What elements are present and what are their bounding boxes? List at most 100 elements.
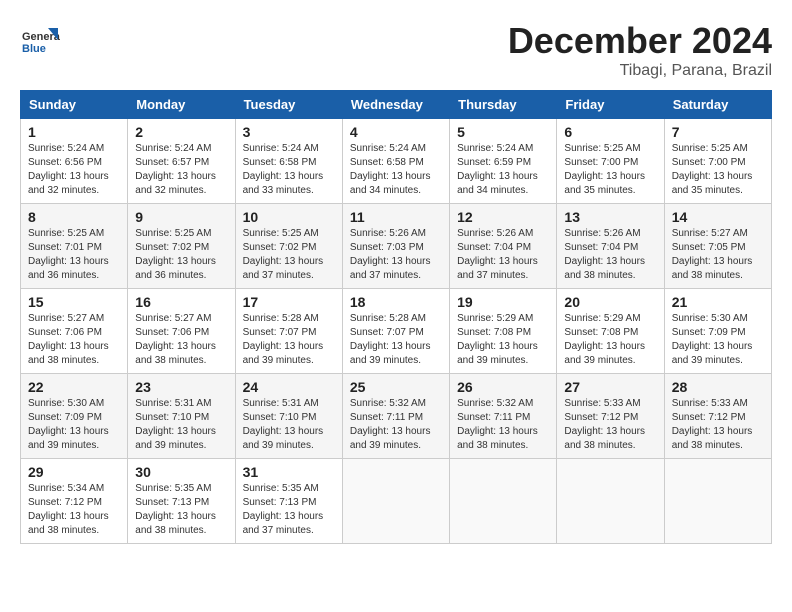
calendar-cell: 26Sunrise: 5:32 AM Sunset: 7:11 PM Dayli… bbox=[450, 374, 557, 459]
weekday-header-wednesday: Wednesday bbox=[342, 91, 449, 119]
calendar-week-5: 29Sunrise: 5:34 AM Sunset: 7:12 PM Dayli… bbox=[21, 459, 772, 544]
calendar-cell: 5 Sunrise: 5:24 AM Sunset: 6:59 PM Daylig… bbox=[450, 119, 557, 204]
logo: General Blue bbox=[20, 20, 64, 60]
day-info: Sunrise: 5:27 AM Sunset: 7:05 PM Dayligh… bbox=[672, 227, 764, 283]
day-info: Sunrise: 5:24 AM Sunset: 6:56 PM Dayligh… bbox=[28, 142, 120, 198]
weekday-header-sunday: Sunday bbox=[21, 91, 128, 119]
day-info: Sunrise: 5:32 AM Sunset: 7:11 PM Dayligh… bbox=[350, 397, 442, 453]
day-info: Sunrise: 5:25 AM Sunset: 7:00 PM Dayligh… bbox=[564, 142, 656, 198]
day-number: 9 bbox=[135, 209, 227, 225]
day-info: Sunrise: 5:30 AM Sunset: 7:09 PM Dayligh… bbox=[28, 397, 120, 453]
day-number: 2 bbox=[135, 124, 227, 140]
day-info: Sunrise: 5:34 AM Sunset: 7:12 PM Dayligh… bbox=[28, 482, 120, 538]
calendar-week-2: 8 Sunrise: 5:25 AM Sunset: 7:01 PM Daylig… bbox=[21, 204, 772, 289]
calendar-cell: 31 Sunrise: 5:35 AM Sunset: 7:13 PM Dayli… bbox=[235, 459, 342, 544]
day-number: 19 bbox=[457, 294, 549, 310]
day-info: Sunrise: 5:27 AM Sunset: 7:06 PM Dayligh… bbox=[135, 312, 227, 368]
day-info: Sunrise: 5:31 AM Sunset: 7:10 PM Dayligh… bbox=[243, 397, 335, 453]
day-number: 5 bbox=[457, 124, 549, 140]
title-area: December 2024 Tibagi, Parana, Brazil bbox=[508, 20, 772, 80]
calendar-cell: 8 Sunrise: 5:25 AM Sunset: 7:01 PM Daylig… bbox=[21, 204, 128, 289]
calendar-cell: 3 Sunrise: 5:24 AM Sunset: 6:58 PM Daylig… bbox=[235, 119, 342, 204]
day-info: Sunrise: 5:28 AM Sunset: 7:07 PM Dayligh… bbox=[243, 312, 335, 368]
day-info: Sunrise: 5:35 AM Sunset: 7:13 PM Dayligh… bbox=[135, 482, 227, 538]
calendar-cell: 30Sunrise: 5:35 AM Sunset: 7:13 PM Dayli… bbox=[128, 459, 235, 544]
calendar-cell: 23 Sunrise: 5:31 AM Sunset: 7:10 PM Dayli… bbox=[128, 374, 235, 459]
day-number: 11 bbox=[350, 209, 442, 225]
calendar-cell: 22 Sunrise: 5:30 AM Sunset: 7:09 PM Dayli… bbox=[21, 374, 128, 459]
day-info: Sunrise: 5:33 AM Sunset: 7:12 PM Dayligh… bbox=[564, 397, 656, 453]
day-info: Sunrise: 5:26 AM Sunset: 7:03 PM Dayligh… bbox=[350, 227, 442, 283]
day-info: Sunrise: 5:25 AM Sunset: 7:01 PM Dayligh… bbox=[28, 227, 120, 283]
calendar-cell: 14 Sunrise: 5:27 AM Sunset: 7:05 PM Dayli… bbox=[664, 204, 771, 289]
calendar-week-3: 15 Sunrise: 5:27 AM Sunset: 7:06 PM Dayli… bbox=[21, 289, 772, 374]
day-info: Sunrise: 5:24 AM Sunset: 6:58 PM Dayligh… bbox=[243, 142, 335, 198]
weekday-header-tuesday: Tuesday bbox=[235, 91, 342, 119]
day-number: 17 bbox=[243, 294, 335, 310]
calendar-week-1: 1 Sunrise: 5:24 AM Sunset: 6:56 PM Daylig… bbox=[21, 119, 772, 204]
day-info: Sunrise: 5:24 AM Sunset: 6:58 PM Dayligh… bbox=[350, 142, 442, 198]
day-info: Sunrise: 5:28 AM Sunset: 7:07 PM Dayligh… bbox=[350, 312, 442, 368]
calendar-cell: 28 Sunrise: 5:33 AM Sunset: 7:12 PM Dayli… bbox=[664, 374, 771, 459]
day-number: 28 bbox=[672, 379, 764, 395]
day-number: 25 bbox=[350, 379, 442, 395]
calendar-cell: 1 Sunrise: 5:24 AM Sunset: 6:56 PM Daylig… bbox=[21, 119, 128, 204]
day-info: Sunrise: 5:26 AM Sunset: 7:04 PM Dayligh… bbox=[564, 227, 656, 283]
calendar-cell bbox=[450, 459, 557, 544]
day-info: Sunrise: 5:29 AM Sunset: 7:08 PM Dayligh… bbox=[564, 312, 656, 368]
day-info: Sunrise: 5:24 AM Sunset: 6:59 PM Dayligh… bbox=[457, 142, 549, 198]
calendar-cell: 25 Sunrise: 5:32 AM Sunset: 7:11 PM Dayli… bbox=[342, 374, 449, 459]
calendar-cell: 13 Sunrise: 5:26 AM Sunset: 7:04 PM Dayli… bbox=[557, 204, 664, 289]
weekday-header-friday: Friday bbox=[557, 91, 664, 119]
calendar-cell: 4Sunrise: 5:24 AM Sunset: 6:58 PM Daylig… bbox=[342, 119, 449, 204]
calendar-cell: 9 Sunrise: 5:25 AM Sunset: 7:02 PM Daylig… bbox=[128, 204, 235, 289]
calendar-cell: 27 Sunrise: 5:33 AM Sunset: 7:12 PM Dayli… bbox=[557, 374, 664, 459]
calendar-cell: 15 Sunrise: 5:27 AM Sunset: 7:06 PM Dayli… bbox=[21, 289, 128, 374]
day-info: Sunrise: 5:27 AM Sunset: 7:06 PM Dayligh… bbox=[28, 312, 120, 368]
day-number: 13 bbox=[564, 209, 656, 225]
day-number: 23 bbox=[135, 379, 227, 395]
day-number: 24 bbox=[243, 379, 335, 395]
day-number: 26 bbox=[457, 379, 549, 395]
svg-text:Blue: Blue bbox=[22, 43, 46, 55]
calendar-cell: 16 Sunrise: 5:27 AM Sunset: 7:06 PM Dayli… bbox=[128, 289, 235, 374]
day-number: 22 bbox=[28, 379, 120, 395]
calendar-cell: 12Sunrise: 5:26 AM Sunset: 7:04 PM Dayli… bbox=[450, 204, 557, 289]
day-info: Sunrise: 5:33 AM Sunset: 7:12 PM Dayligh… bbox=[672, 397, 764, 453]
day-number: 16 bbox=[135, 294, 227, 310]
calendar-cell bbox=[664, 459, 771, 544]
calendar-week-4: 22 Sunrise: 5:30 AM Sunset: 7:09 PM Dayli… bbox=[21, 374, 772, 459]
day-number: 27 bbox=[564, 379, 656, 395]
day-info: Sunrise: 5:29 AM Sunset: 7:08 PM Dayligh… bbox=[457, 312, 549, 368]
day-number: 15 bbox=[28, 294, 120, 310]
weekday-header-saturday: Saturday bbox=[664, 91, 771, 119]
calendar-cell: 7Sunrise: 5:25 AM Sunset: 7:00 PM Daylig… bbox=[664, 119, 771, 204]
day-info: Sunrise: 5:30 AM Sunset: 7:09 PM Dayligh… bbox=[672, 312, 764, 368]
day-number: 1 bbox=[28, 124, 120, 140]
header: General Blue December 2024 Tibagi, Paran… bbox=[20, 20, 772, 80]
day-info: Sunrise: 5:25 AM Sunset: 7:02 PM Dayligh… bbox=[135, 227, 227, 283]
calendar-table: SundayMondayTuesdayWednesdayThursdayFrid… bbox=[20, 90, 772, 544]
location: Tibagi, Parana, Brazil bbox=[508, 62, 772, 80]
day-number: 6 bbox=[564, 124, 656, 140]
calendar-cell: 20 Sunrise: 5:29 AM Sunset: 7:08 PM Dayli… bbox=[557, 289, 664, 374]
calendar-cell: 17 Sunrise: 5:28 AM Sunset: 7:07 PM Dayli… bbox=[235, 289, 342, 374]
calendar-cell: 18 Sunrise: 5:28 AM Sunset: 7:07 PM Dayli… bbox=[342, 289, 449, 374]
day-info: Sunrise: 5:24 AM Sunset: 6:57 PM Dayligh… bbox=[135, 142, 227, 198]
day-number: 18 bbox=[350, 294, 442, 310]
month-title: December 2024 bbox=[508, 20, 772, 62]
day-number: 7 bbox=[672, 124, 764, 140]
day-info: Sunrise: 5:35 AM Sunset: 7:13 PM Dayligh… bbox=[243, 482, 335, 538]
day-info: Sunrise: 5:26 AM Sunset: 7:04 PM Dayligh… bbox=[457, 227, 549, 283]
day-number: 20 bbox=[564, 294, 656, 310]
day-number: 8 bbox=[28, 209, 120, 225]
calendar-cell: 2 Sunrise: 5:24 AM Sunset: 6:57 PM Daylig… bbox=[128, 119, 235, 204]
day-number: 31 bbox=[243, 464, 335, 480]
calendar-cell: 21Sunrise: 5:30 AM Sunset: 7:09 PM Dayli… bbox=[664, 289, 771, 374]
calendar-cell: 11 Sunrise: 5:26 AM Sunset: 7:03 PM Dayli… bbox=[342, 204, 449, 289]
day-number: 10 bbox=[243, 209, 335, 225]
day-number: 14 bbox=[672, 209, 764, 225]
day-number: 3 bbox=[243, 124, 335, 140]
calendar-cell: 29Sunrise: 5:34 AM Sunset: 7:12 PM Dayli… bbox=[21, 459, 128, 544]
day-info: Sunrise: 5:31 AM Sunset: 7:10 PM Dayligh… bbox=[135, 397, 227, 453]
